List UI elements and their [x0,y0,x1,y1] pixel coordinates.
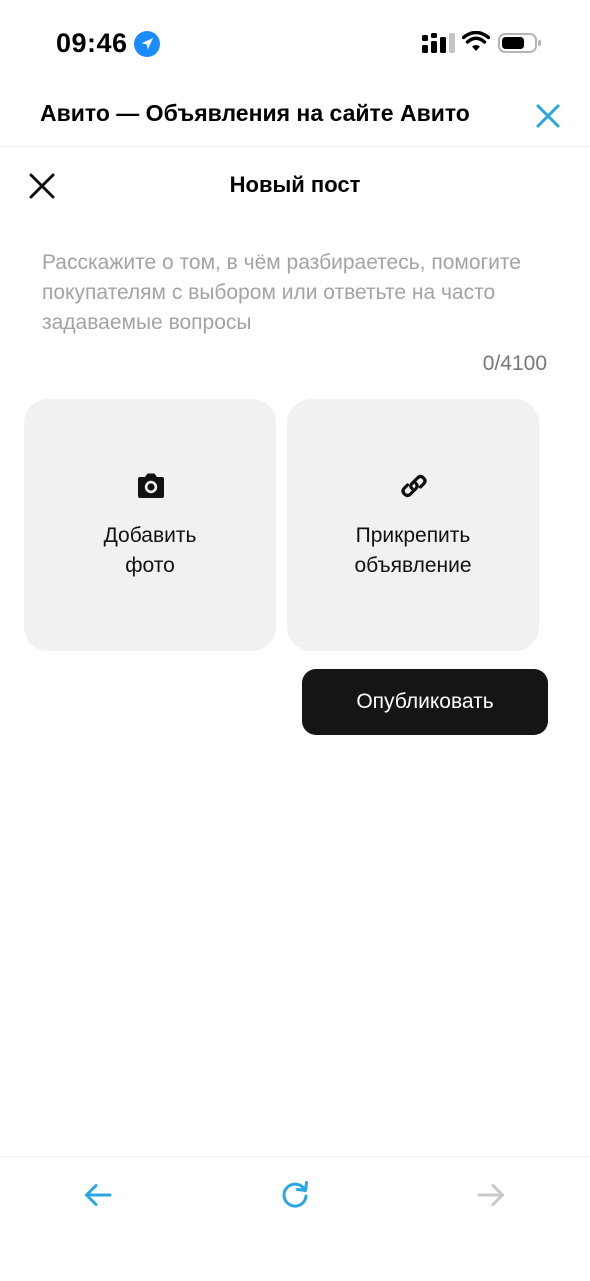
attach-listing-label: Прикрепить объявление [354,524,472,577]
character-counter: 0/4100 [482,352,547,375]
link-icon [401,474,427,498]
browser-header: Авито — Объявления на сайте Авито [0,90,590,147]
arrow-left-icon[interactable] [80,1177,116,1213]
browser-close-icon[interactable] [534,102,562,130]
status-time: 09:46 [56,28,128,58]
reload-icon[interactable] [277,1177,313,1213]
add-photo-label: Добавить фото [103,524,197,577]
post-text-input[interactable] [42,248,552,348]
arrow-right-icon[interactable] [473,1177,509,1213]
attach-listing-button[interactable]: Прикрепить объявление [287,399,539,651]
post-title: Новый пост [229,172,361,197]
add-photo-button[interactable]: Добавить фото [24,399,276,651]
battery-icon [498,33,541,53]
wifi-icon [462,31,490,51]
publish-button[interactable]: Опубликовать [302,669,548,735]
camera-icon [138,473,164,498]
browser-bottom-nav [0,1156,590,1281]
location-arrow-icon [134,31,160,57]
status-bar: 09:46 [0,0,590,90]
cellular-signal-icon [422,33,455,53]
browser-page-title: Авито — Объявления на сайте Авито [40,100,470,126]
